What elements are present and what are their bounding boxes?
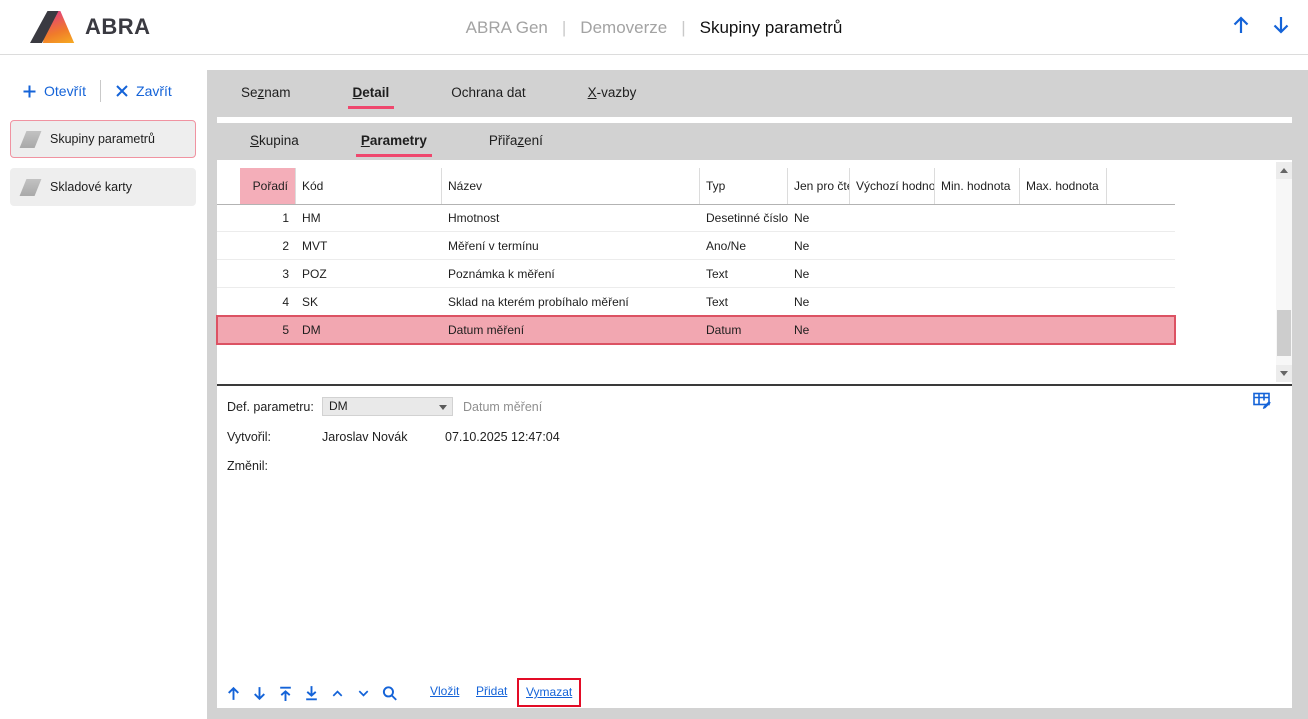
column-header-vychozi-hodnota[interactable]: Výchozí hodnota [850,168,935,204]
vytvoril-name: Jaroslav Novák [322,430,407,444]
column-header-nazev[interactable]: Název [442,168,700,204]
divider [100,80,101,102]
abra-logo-icon [30,11,76,43]
detail-content: Pořadí Kód Název Typ Jen pro čtení Výcho… [217,160,1292,708]
tab-detail[interactable]: Detail [346,81,397,107]
open-button[interactable]: Otevřít [22,83,86,99]
zmenil-label: Změnil: [227,459,268,473]
close-icon [115,84,129,98]
main-tab-bar: Seznam Detail Ochrana dat X-vazby [207,70,1308,117]
close-button-label: Zavřít [136,83,172,99]
scrollbar-thumb[interactable] [1277,310,1291,356]
card-icon [20,131,42,148]
tab-seznam[interactable]: Seznam [234,81,298,107]
table-row[interactable]: 2MVTMěření v termínuAno/NeNe [217,232,1175,260]
app-name: ABRA Gen [466,18,548,38]
vytvoril-datetime: 07.10.2025 12:47:04 [445,430,560,444]
record-toolbar [224,680,398,706]
table-row[interactable]: 4SKSklad na kterém probíhalo měřeníTextN… [217,288,1175,316]
move-up-icon[interactable] [224,684,242,702]
column-header-max-hodnota[interactable]: Max. hodnota [1020,168,1107,204]
column-header-jen-pro-cteni[interactable]: Jen pro čtení [788,168,850,204]
tab-ochrana-dat[interactable]: Ochrana dat [444,81,532,107]
sidebar: Otevřít Zavřít Skupiny parametrů Skladov… [0,70,207,719]
parameters-table: Pořadí Kód Název Typ Jen pro čtení Výcho… [217,160,1292,384]
top-header: ABRA ABRA Gen | Demoverze | Skupiny para… [0,0,1308,55]
sidebar-item-skupiny-parametru[interactable]: Skupiny parametrů [10,120,196,158]
abra-logo: ABRA [30,11,151,43]
sub-tab-bar: Skupina Parametry Přiřazení [207,123,1308,160]
column-header-typ[interactable]: Typ [700,168,788,204]
next-chevron-icon[interactable] [354,684,372,702]
scroll-up-button[interactable] [1276,162,1292,179]
up-arrow-icon[interactable] [1230,14,1252,36]
def-parametru-label: Def. parametru: [227,400,314,414]
card-icon [20,179,42,196]
def-parametru-value: DM [329,399,348,413]
move-down-icon[interactable] [250,684,268,702]
table-header-row: Pořadí Kód Název Typ Jen pro čtení Výcho… [217,168,1175,204]
def-parametru-select[interactable]: DM [322,397,453,416]
sidebar-item-skladove-karty[interactable]: Skladové karty [10,168,196,206]
down-arrow-icon[interactable] [1270,14,1292,36]
move-to-top-icon[interactable] [276,684,294,702]
table-row[interactable]: 1HMHmotnostDesetinné čísloNe [217,204,1175,232]
sidebar-item-label: Skladové karty [50,180,132,194]
search-icon[interactable] [380,684,398,702]
delete-link-highlight-box: Vymazat [517,678,581,707]
def-parametru-description: Datum měření [463,400,542,414]
breadcrumb: ABRA Gen | Demoverze | Skupiny parametrů [0,0,1308,55]
column-header-kod[interactable]: Kód [296,168,442,204]
close-button[interactable]: Zavřít [115,83,172,99]
vytvoril-label: Vytvořil: [227,430,271,444]
column-header-poradi[interactable]: Pořadí [240,168,296,204]
tab-skupina[interactable]: Skupina [243,129,306,155]
previous-chevron-icon[interactable] [328,684,346,702]
plus-icon [22,84,37,99]
environment-label: Demoverze [580,18,667,38]
add-link[interactable]: Přidat [476,684,507,698]
page-title: Skupiny parametrů [700,18,843,38]
main-panel: Seznam Detail Ochrana dat X-vazby Skupin… [207,70,1308,719]
logo-text: ABRA [85,14,151,40]
edit-grid-icon[interactable] [1252,390,1272,415]
delete-link[interactable]: Vymazat [526,685,572,699]
move-to-bottom-icon[interactable] [302,684,320,702]
insert-link[interactable]: Vložit [430,684,459,698]
tab-parametry[interactable]: Parametry [354,129,434,155]
column-header-min-hodnota[interactable]: Min. hodnota [935,168,1020,204]
scroll-down-button[interactable] [1276,365,1292,382]
open-button-label: Otevřít [44,83,86,99]
section-divider [217,384,1292,386]
sidebar-item-label: Skupiny parametrů [50,132,155,146]
table-row-selected[interactable]: 5DMDatum měřeníDatumNe [217,316,1175,344]
vertical-scrollbar[interactable] [1276,162,1292,382]
tab-x-vazby[interactable]: X-vazby [581,81,644,107]
chevron-down-icon [439,405,447,410]
table-row[interactable]: 3POZPoznámka k měřeníTextNe [217,260,1175,288]
tab-prirazeni[interactable]: Přiřazení [482,129,550,155]
